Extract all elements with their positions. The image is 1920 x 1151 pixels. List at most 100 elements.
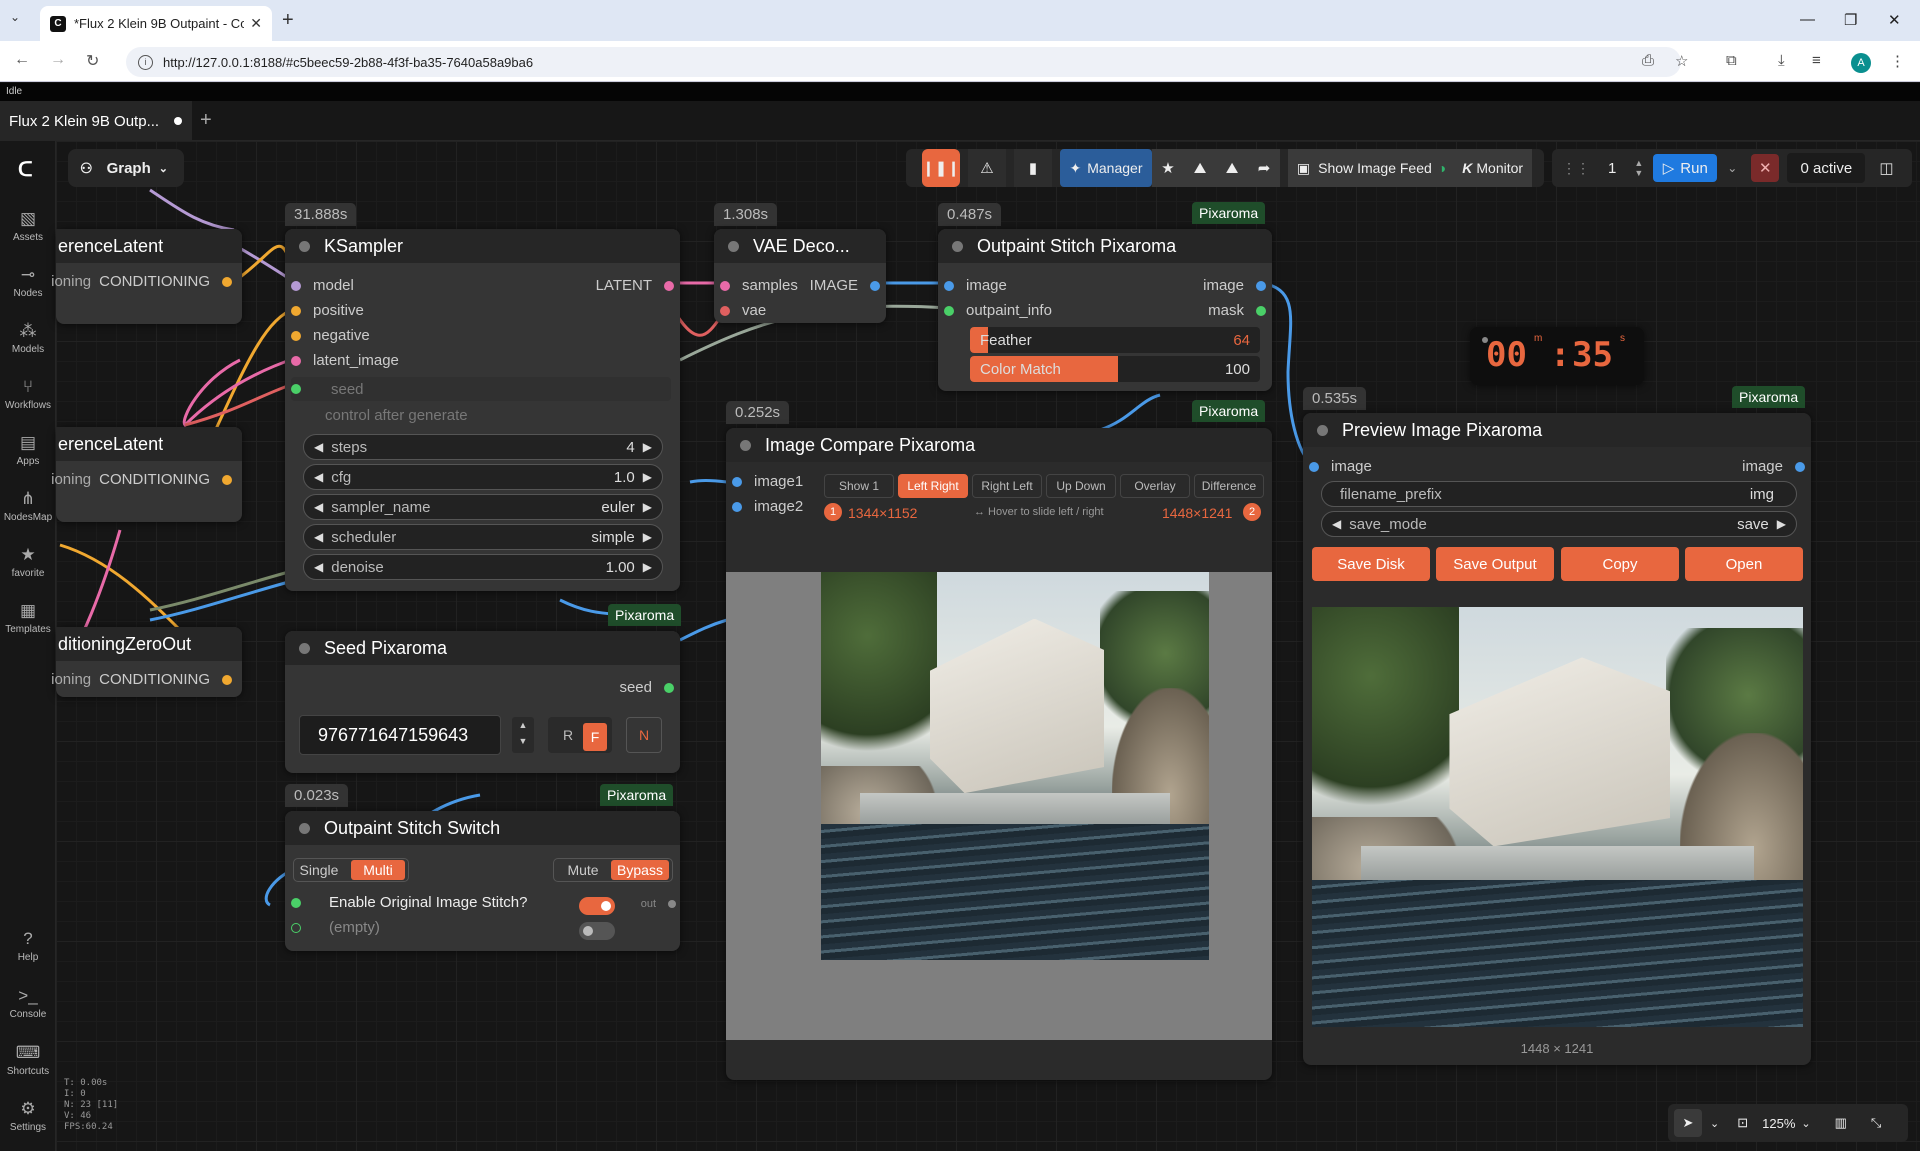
run-button[interactable]: ▷ Run	[1653, 154, 1718, 182]
compare-viewport[interactable]	[726, 572, 1272, 1040]
sidebar-item-assets[interactable]: ▧ Assets	[0, 209, 56, 243]
increment-icon[interactable]: ▶	[643, 500, 652, 514]
increment-icon[interactable]: ▶	[643, 470, 652, 484]
decrement-icon[interactable]: ◀	[314, 500, 323, 514]
new-seed-button[interactable]: N	[626, 717, 662, 753]
sidebar-item-settings[interactable]: ⚙ Settings	[0, 1099, 56, 1133]
download-icon[interactable]: ⤓	[1778, 52, 1785, 69]
save-disk-button[interactable]: Save Disk	[1312, 547, 1430, 581]
minimize-icon[interactable]: —	[1800, 11, 1815, 28]
star-icon[interactable]: ★	[1152, 149, 1184, 187]
graph-button[interactable]: ⚇ Graph ⌄	[68, 149, 184, 187]
node-status-dot[interactable]	[1317, 424, 1328, 436]
input-model[interactable]: model	[291, 277, 354, 294]
node-status-dot[interactable]	[299, 642, 310, 654]
share-icon[interactable]: ➦	[1248, 149, 1280, 187]
install-icon[interactable]: ⎙	[1642, 52, 1654, 69]
input-enable-original[interactable]: Enable Original Image Stitch?	[291, 894, 527, 911]
reload-icon[interactable]: ↻	[86, 51, 99, 71]
node-status-dot[interactable]	[728, 240, 739, 252]
output-image[interactable]: image	[1203, 277, 1266, 294]
sidebar-item-nodesmap[interactable]: ⋔ NodesMap	[0, 489, 56, 523]
sidebar-item-templates[interactable]: ▦ Templates	[0, 601, 56, 635]
batch-count[interactable]: 1	[1608, 160, 1616, 177]
input-negative[interactable]: negative	[291, 327, 370, 344]
steps-widget[interactable]: ◀ steps 4 ▶	[303, 434, 663, 460]
sampler-name-widget[interactable]: ◀ sampler_name euler ▶	[303, 494, 663, 520]
fixed-button[interactable]: F	[583, 723, 607, 751]
output-slot[interactable]: ioning CONDITIONING	[51, 671, 232, 688]
media-icon[interactable]: ≡	[1812, 52, 1821, 69]
output-image[interactable]: image	[1742, 458, 1805, 475]
decrement-icon[interactable]: ◀	[314, 530, 323, 544]
avatar[interactable]: A	[1851, 53, 1871, 73]
outpaint-stitch-node[interactable]: Outpaint Stitch Pixaroma image outpaint_…	[938, 229, 1272, 391]
node-status-dot[interactable]	[299, 240, 310, 252]
model-alt-icon[interactable]: ⛰	[1216, 149, 1248, 187]
workflow-tab[interactable]: Flux 2 Klein 9B Outp...	[0, 101, 192, 141]
mode-right-left[interactable]: Right Left	[972, 474, 1042, 498]
single-toggle[interactable]: Single	[297, 860, 341, 880]
decrement-icon[interactable]: ◀	[314, 440, 323, 454]
back-icon[interactable]: ←	[14, 51, 30, 69]
output-slot[interactable]: ioning CONDITIONING	[51, 273, 232, 290]
sidebar-item-workflows[interactable]: ⑂ Workflows	[0, 377, 56, 411]
run-options-icon[interactable]: ⌄	[1727, 161, 1737, 175]
output-out[interactable]: out	[641, 898, 676, 910]
queue-active[interactable]: 0 active	[1787, 153, 1866, 183]
comfy-logo-icon[interactable]: ᑕ	[18, 157, 33, 182]
mute-toggle[interactable]: Mute	[557, 860, 609, 880]
increment-icon[interactable]: ▶	[643, 530, 652, 544]
input-empty[interactable]: (empty)	[291, 919, 380, 936]
fit-view-icon[interactable]: ⊡	[1737, 1115, 1748, 1131]
browser-menu-icon[interactable]: ⋮	[1890, 52, 1905, 70]
input-latent-image[interactable]: latent_image	[291, 352, 399, 369]
chevron-down-icon[interactable]: ⌄	[1710, 1117, 1719, 1130]
mode-up-down[interactable]: Up Down	[1046, 474, 1116, 498]
seed-widget[interactable]: seed	[291, 377, 671, 401]
multi-toggle[interactable]: Multi	[351, 860, 405, 880]
chevron-down-icon[interactable]: ⌄	[1801, 1117, 1810, 1130]
conditioning-zero-out-node[interactable]: ditioningZeroOut ioning CONDITIONING	[51, 627, 242, 697]
input-image1[interactable]: image1	[732, 473, 803, 490]
decrement-icon[interactable]: ◀	[314, 560, 323, 574]
new-workflow-icon[interactable]: +	[200, 109, 212, 132]
bypass-toggle[interactable]: Bypass	[611, 860, 669, 880]
ksampler-node[interactable]: KSampler model positive negative latent_…	[285, 229, 680, 591]
save-output-button[interactable]: Save Output	[1436, 547, 1554, 581]
forward-icon[interactable]: →	[50, 51, 66, 69]
increment-icon[interactable]: ▶	[1777, 517, 1786, 531]
enable-original-toggle[interactable]	[579, 897, 615, 915]
extensions-icon[interactable]: ⧉	[1726, 52, 1737, 69]
sidebar-item-nodes[interactable]: ⊸ Nodes	[0, 265, 56, 299]
drag-handle-icon[interactable]: ⋮⋮	[1562, 160, 1590, 177]
outpaint-switch-node[interactable]: Outpaint Stitch Switch Single Multi Mute…	[285, 811, 680, 951]
close-tab-icon[interactable]: ✕	[250, 15, 262, 32]
sidebar-item-shortcuts[interactable]: ⌨ Shortcuts	[0, 1043, 56, 1077]
seed-value-input[interactable]: 976771647159643	[299, 715, 501, 755]
url-field[interactable]: i http://127.0.0.1:8188/#c5beec59-2b88-4…	[126, 47, 1681, 77]
empty-toggle[interactable]	[579, 922, 615, 940]
decrement-icon[interactable]: ◀	[1332, 517, 1341, 531]
link-visibility-icon[interactable]: ⤡	[1871, 1115, 1881, 1131]
node-status-dot[interactable]	[299, 822, 310, 834]
vae-decode-node[interactable]: VAE Deco... samples vae IMAGE	[714, 229, 886, 323]
increment-icon[interactable]: ▶	[643, 440, 652, 454]
tab-menu-icon[interactable]: ⌄	[10, 10, 20, 24]
open-button[interactable]: Open	[1685, 547, 1803, 581]
input-image[interactable]: image	[944, 277, 1007, 294]
mode-overlay[interactable]: Overlay	[1120, 474, 1190, 498]
input-vae[interactable]: vae	[720, 302, 766, 319]
input-positive[interactable]: positive	[291, 302, 364, 319]
select-pointer-icon[interactable]: ➤	[1674, 1109, 1702, 1137]
mode-left-right[interactable]: Left Right	[898, 474, 968, 498]
save-mode-widget[interactable]: ◀ save_mode save ▶	[1321, 511, 1797, 537]
mode-difference[interactable]: Difference	[1194, 474, 1264, 498]
output-latent[interactable]: LATENT	[596, 277, 674, 294]
monitor-label[interactable]: Monitor	[1476, 160, 1523, 176]
input-image[interactable]: image	[1309, 458, 1372, 475]
control-after-generate[interactable]: control after generate	[325, 407, 468, 424]
denoise-widget[interactable]: ◀ denoise 1.00 ▶	[303, 554, 663, 580]
minimap-icon[interactable]: ▥	[1835, 1115, 1847, 1131]
sidebar-item-console[interactable]: >_ Console	[0, 986, 56, 1020]
